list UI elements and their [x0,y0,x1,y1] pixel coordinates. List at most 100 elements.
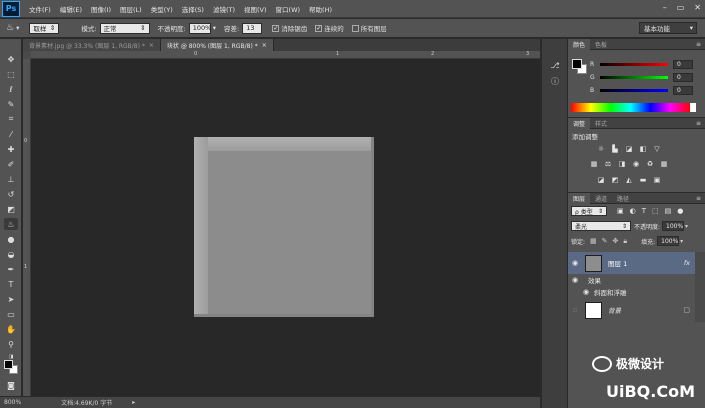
spectrum-white[interactable] [690,103,696,112]
menu-help[interactable]: 帮助(H) [309,4,332,14]
type-tool-icon[interactable]: T [4,278,18,290]
paint-bucket-tool-icon[interactable]: ♨ [4,218,18,230]
opacity-dropdown-icon[interactable]: ▾ [685,223,688,230]
menu-edit[interactable]: 编辑(E) [60,4,82,14]
menu-view[interactable]: 视图(V) [244,4,267,14]
channel-mixer-icon[interactable]: ♻ [645,159,655,168]
filter-shape-icon[interactable]: ⬚ [652,207,659,215]
move-tool-icon[interactable]: ✥ [4,53,18,65]
filter-type-icon[interactable]: T [642,207,646,215]
menu-layer[interactable]: 图层(L) [120,4,142,14]
green-value[interactable]: 0 [673,72,693,82]
panel-menu-icon[interactable]: ≡ [696,120,701,127]
vertical-ruler[interactable]: 0 1 [23,51,31,396]
levels-icon[interactable]: ▙ [610,144,620,153]
canvas-area[interactable] [31,59,540,396]
vibrance-icon[interactable]: ▽ [652,144,662,153]
chevron-down-icon[interactable]: ▾ [16,24,19,32]
maximize-button[interactable]: ▭ [677,3,685,12]
posterize-icon[interactable]: ◩ [610,175,620,184]
opacity-dropdown-icon[interactable]: ▾ [213,24,216,32]
lock-position-icon[interactable]: ✥ [613,237,619,245]
layer-row-background[interactable]: ▫ 背景 ▢ [568,299,696,321]
close-window-button[interactable]: ✕ [694,3,701,12]
menu-select[interactable]: 选择(S) [182,4,204,14]
fill-source-select[interactable]: 取样 ⇕ [29,22,60,34]
blur-tool-icon[interactable]: ● [4,233,18,245]
foreground-color-swatch[interactable] [4,360,13,369]
status-arrow-icon[interactable]: ▸ [132,399,135,406]
invert-icon[interactable]: ◪ [596,175,606,184]
ruler-origin[interactable] [23,51,31,59]
eye-icon[interactable]: ◉ [568,259,582,267]
layer-effect-bevel-row[interactable]: ◉ 斜面和浮雕 [568,286,696,298]
tolerance-input[interactable]: 13 [242,22,263,34]
threshold-icon[interactable]: ◭ [624,175,634,184]
color-lookup-icon[interactable]: ▦ [659,159,669,168]
tab-background-material[interactable]: 背景素材.jpg @ 33.3% (图层 1, RGB/8) * × [23,39,161,51]
hand-tool-icon[interactable]: ✋ [4,323,18,335]
filter-toggle-icon[interactable]: ● [677,207,683,215]
layers-scrollbar[interactable] [695,252,705,322]
fill-input[interactable]: 100% [657,236,680,246]
lock-image-icon[interactable]: ✎ [602,237,608,245]
photo-filter-icon[interactable]: ◉ [631,159,641,168]
close-icon[interactable]: × [149,42,154,49]
tab-channels[interactable]: 通道 [590,193,612,204]
brush-tool-icon[interactable]: ✐ [4,158,18,170]
exposure-icon[interactable]: ◧ [638,144,648,153]
antialias-checkbox[interactable]: ✓ 消除锯齿 [272,23,307,33]
blue-slider[interactable] [600,88,668,92]
path-selection-tool-icon[interactable]: ➤ [4,293,18,305]
fx-badge[interactable]: fx [684,259,690,267]
fill-dropdown-icon[interactable]: ▾ [680,238,683,245]
mode-select[interactable]: 正常 ⇕ [99,22,150,34]
filter-adjustment-icon[interactable]: ◐ [630,207,636,215]
dodge-tool-icon[interactable]: ◒ [4,248,18,260]
menu-file[interactable]: 文件(F) [29,4,51,14]
red-value[interactable]: 0 [673,59,693,69]
selective-color-icon[interactable]: ▣ [652,175,662,184]
crop-tool-icon[interactable]: ⌗ [4,113,18,125]
info-panel-icon[interactable]: ⓘ [548,75,562,87]
color-balance-icon[interactable]: ⚖ [603,159,613,168]
curves-icon[interactable]: ◪ [624,144,634,153]
menu-window[interactable]: 窗口(W) [276,4,301,14]
tab-swatches[interactable]: 色板 [590,39,612,50]
quick-mask-icon[interactable]: ◙ [4,379,18,391]
lock-transparent-icon[interactable]: ▦ [590,237,597,245]
tab-adjustments[interactable]: 调整 [568,117,591,129]
quick-select-tool-icon[interactable]: ✎ [4,98,18,110]
clone-stamp-tool-icon[interactable]: ⊥ [4,173,18,185]
color-spectrum-bar[interactable] [571,103,690,112]
zoom-level[interactable]: 800% [4,399,21,406]
blue-value[interactable]: 0 [673,85,693,95]
foreground-swatch[interactable] [572,59,582,69]
blend-mode-select[interactable]: 柔光 ⇕ [571,221,631,231]
horizontal-ruler[interactable]: 0 1 2 3 [31,51,540,59]
filter-pixel-icon[interactable]: ▣ [617,207,624,215]
brightness-icon[interactable]: ☼ [596,144,606,153]
tab-color[interactable]: 颜色 [568,38,591,50]
history-panel-icon[interactable]: ⎇ [548,59,562,71]
menu-image[interactable]: 图像(I) [91,4,111,14]
close-icon[interactable]: × [262,42,267,49]
lasso-tool-icon[interactable]: ℓ [4,83,18,95]
layer-opacity-input[interactable]: 100% [662,221,685,231]
menu-filter[interactable]: 滤镜(T) [213,4,235,14]
eye-icon[interactable]: ◉ [582,288,590,296]
tab-styles[interactable]: 样式 [590,118,612,129]
lock-all-icon[interactable]: 🔒︎ [623,237,627,246]
zoom-tool-icon[interactable]: ⚲ [4,338,18,350]
eye-icon[interactable]: ◉ [568,276,582,284]
menu-type[interactable]: 类型(Y) [151,4,173,14]
panel-menu-icon[interactable]: ≡ [696,41,701,48]
green-slider[interactable] [600,75,668,79]
red-slider[interactable] [600,62,668,66]
hue-saturation-icon[interactable]: ▦ [589,159,599,168]
layer-row-layer1[interactable]: ◉ 图层 1 fx [568,252,696,274]
minimize-button[interactable]: – [663,3,667,12]
rectangle-tool-icon[interactable]: ▭ [4,308,18,320]
black-white-icon[interactable]: ◨ [617,159,627,168]
paint-bucket-tool-preset-icon[interactable]: ♨ [6,23,14,33]
